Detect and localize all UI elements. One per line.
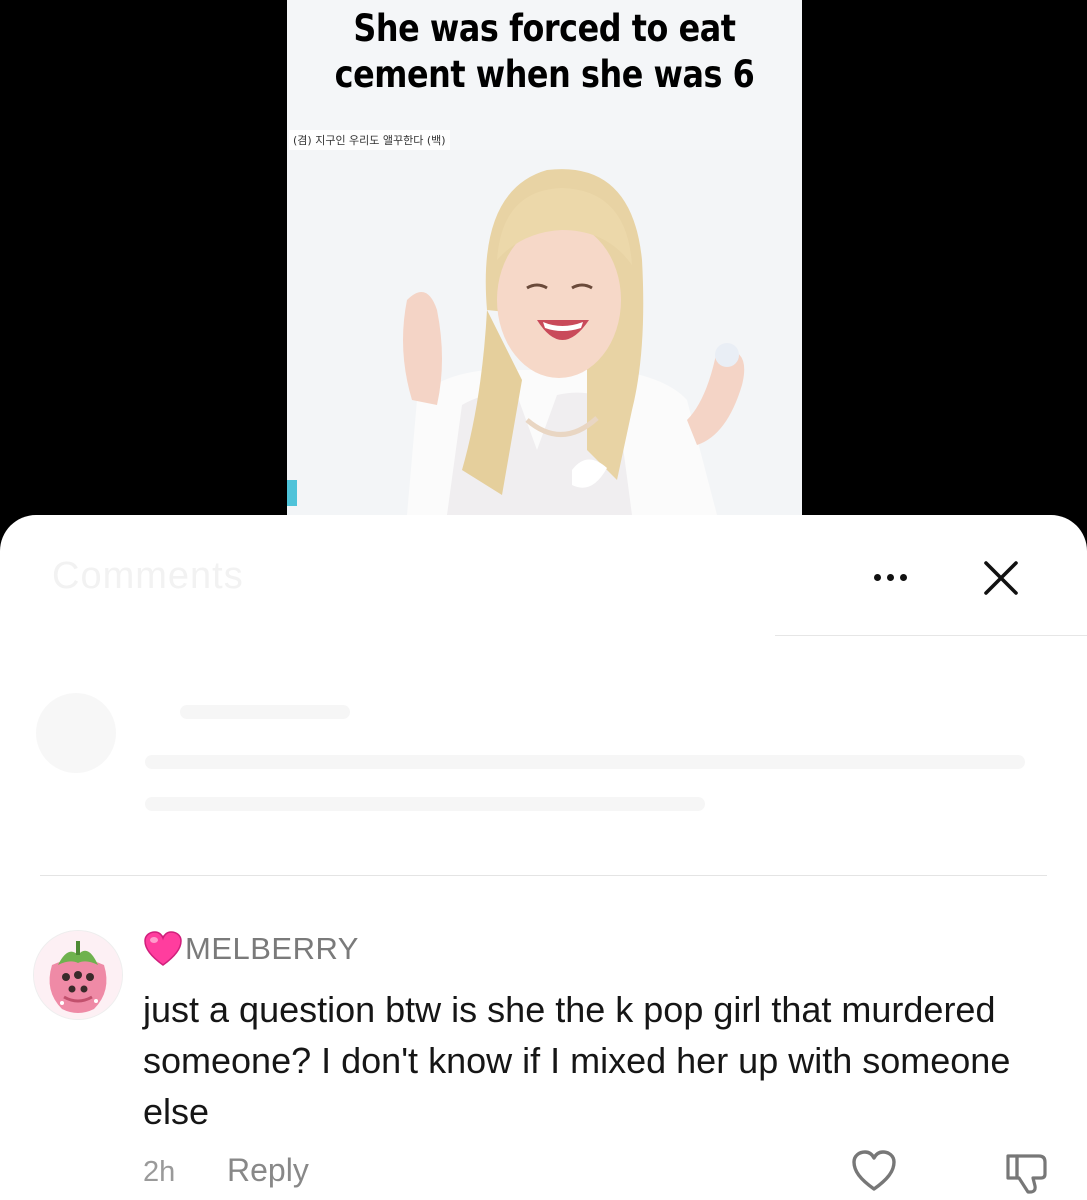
video-side-strip xyxy=(287,480,297,506)
more-dots-icon xyxy=(886,573,894,581)
heart-emoji-icon xyxy=(144,931,182,966)
faded-line xyxy=(145,797,705,811)
comment-item: MELBERRY just a question btw is she the … xyxy=(0,920,1087,1200)
sheet-header-title: Comments xyxy=(52,555,244,597)
video-frame: She was forced to eat cement when she wa… xyxy=(287,0,802,515)
reply-button[interactable]: Reply xyxy=(227,1152,309,1189)
video-subtitle-overlay: (겸) 지구인 우리도 앨꾸한다 (백) xyxy=(289,130,450,150)
header-divider xyxy=(775,635,1087,636)
like-heart-icon[interactable] xyxy=(850,1148,898,1194)
comment-username[interactable]: MELBERRY xyxy=(185,931,359,967)
comment-username-row: MELBERRY xyxy=(143,928,359,970)
video-person-figure xyxy=(287,150,802,515)
video-caption-line1: She was forced to eat xyxy=(353,7,736,50)
sheet-header: Comments xyxy=(0,515,1087,636)
faded-line xyxy=(180,705,350,719)
comment-text: just a question btw is she the k pop gir… xyxy=(143,989,1011,1132)
more-options-button[interactable] xyxy=(862,557,918,597)
faded-line xyxy=(145,755,1025,769)
close-icon[interactable] xyxy=(980,557,1022,599)
more-dots-icon xyxy=(899,573,907,581)
more-dots-icon xyxy=(873,573,881,581)
faded-avatar xyxy=(36,693,116,773)
comments-sheet: Comments MELBERRY just a question btw is… xyxy=(0,515,1087,1200)
video-player[interactable]: She was forced to eat cement when she wa… xyxy=(0,0,1087,560)
comment-timestamp: 2h xyxy=(143,1156,176,1188)
faded-comment xyxy=(0,675,1087,835)
comment-divider xyxy=(40,875,1047,876)
video-caption: She was forced to eat cement when she wa… xyxy=(323,6,766,98)
strawberry-avatar[interactable] xyxy=(33,930,123,1020)
video-caption-line2: cement when she was 6 xyxy=(334,53,755,96)
dislike-icon[interactable] xyxy=(1003,1150,1049,1196)
